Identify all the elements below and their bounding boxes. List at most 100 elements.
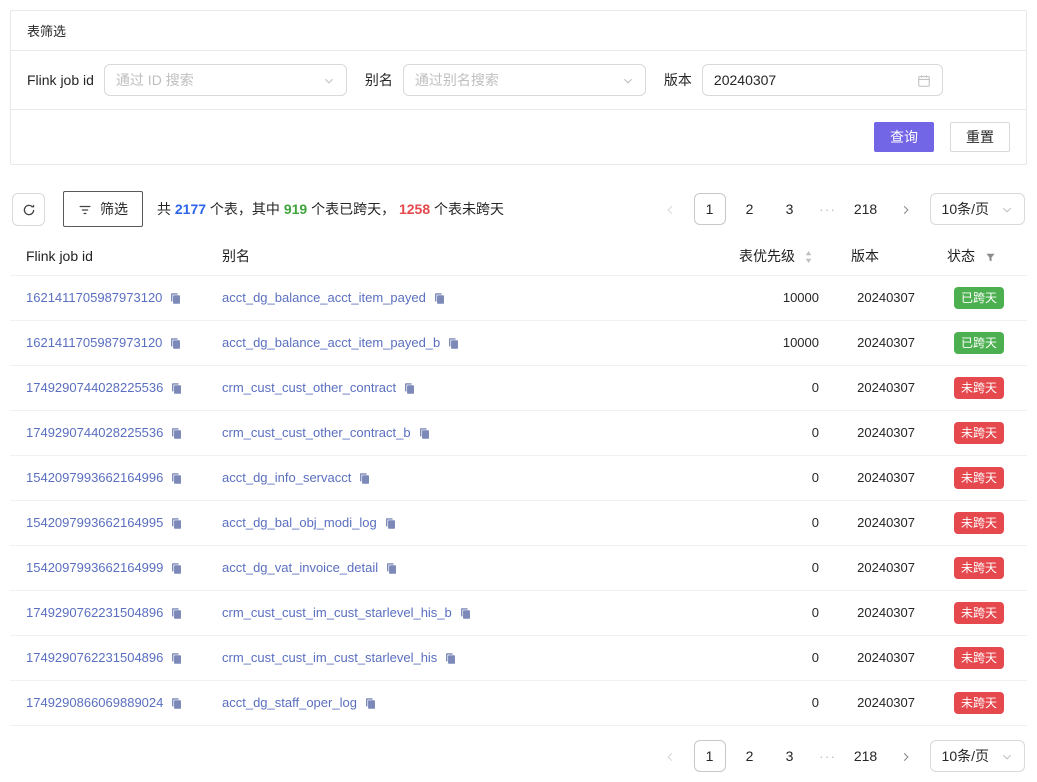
page-button-3[interactable]: 3 [774,193,806,225]
version-input[interactable] [714,72,917,88]
copy-icon[interactable] [170,560,183,575]
column-flink-job-id: Flink job id [10,237,206,275]
search-button[interactable]: 查询 [874,122,934,152]
copy-icon[interactable] [170,605,183,620]
table-row: 1749290744028225536 crm_cust_cust_other_… [10,410,1027,455]
version-label: 版本 [664,70,692,90]
flink-job-id-link[interactable]: 1749290762231504896 [26,605,163,620]
table-row: 1749290762231504896 crm_cust_cust_im_cus… [10,635,1027,680]
table-row: 1749290866069889024 acct_dg_staff_oper_l… [10,680,1027,725]
status-badge: 未跨天 [954,602,1004,624]
copy-icon[interactable] [170,425,183,440]
alias-link[interactable]: acct_dg_vat_invoice_detail [222,560,378,575]
status-badge: 未跨天 [954,557,1004,579]
table-toolbar: 筛选 共 2177 个表，其中 919 个表已跨天， 1258 个表未跨天 1 … [12,191,1025,227]
page-button-2[interactable]: 2 [734,193,766,225]
flink-job-id-link[interactable]: 1749290744028225536 [26,425,163,440]
filter-actions-row: 查询 重置 [11,110,1026,164]
alias-link[interactable]: acct_dg_bal_obj_modi_log [222,515,377,530]
alias-link[interactable]: acct_dg_balance_acct_item_payed [222,290,426,305]
prev-page-button[interactable] [654,193,686,225]
status-badge: 已跨天 [954,287,1004,309]
chevron-left-icon [664,201,676,217]
flink-job-id-link[interactable]: 1621411705987973120 [26,335,162,350]
alias-link[interactable]: acct_dg_staff_oper_log [222,695,357,710]
alias-link[interactable]: crm_cust_cust_im_cust_starlevel_his [222,650,437,665]
flink-job-id-link[interactable]: 1621411705987973120 [26,290,162,305]
reset-button[interactable]: 重置 [950,122,1010,152]
field-version: 版本 [664,64,943,96]
alias-label: 别名 [365,70,393,90]
copy-icon[interactable] [170,470,183,485]
copy-icon[interactable] [403,380,416,395]
tables-grid: Flink job id 别名 表优先级 版本 状态 1621411705987… [10,237,1027,726]
next-page-button[interactable] [890,193,922,225]
priority-cell: 0 [723,635,835,680]
version-cell: 20240307 [835,410,931,455]
flink-job-id-label: Flink job id [27,72,94,88]
alias-link[interactable]: crm_cust_cust_other_contract [222,380,396,395]
page-button-1[interactable]: 1 [694,193,726,225]
table-summary: 共 2177 个表，其中 919 个表已跨天， 1258 个表未跨天 [157,199,504,219]
filter-fields-row: Flink job id 通过 ID 搜索 别名 通过别名搜索 版本 [11,51,1026,110]
refresh-button[interactable] [12,193,45,226]
copy-icon[interactable] [169,290,182,305]
flink-job-id-link[interactable]: 1542097993662164995 [26,515,163,530]
status-filter-funnel-icon[interactable] [985,248,996,264]
copy-icon[interactable] [170,515,183,530]
alias-link[interactable]: crm_cust_cust_im_cust_starlevel_his_b [222,605,452,620]
chevron-down-icon [323,72,335,88]
flink-job-id-link[interactable]: 1749290744028225536 [26,380,163,395]
alias-link[interactable]: crm_cust_cust_other_contract_b [222,425,411,440]
copy-icon[interactable] [358,470,371,485]
field-alias: 别名 通过别名搜索 [365,64,646,96]
copy-icon[interactable] [170,695,183,710]
version-date-picker[interactable] [702,64,943,96]
copy-icon[interactable] [444,650,457,665]
page-button-218[interactable]: 218 [850,193,882,225]
status-badge: 未跨天 [954,647,1004,669]
page-size-value: 10条/页 [942,746,989,766]
table-row: 1621411705987973120 acct_dg_balance_acct… [10,320,1027,365]
status-badge: 未跨天 [954,422,1004,444]
flink-job-id-link[interactable]: 1542097993662164999 [26,560,163,575]
filter-toggle-button[interactable]: 筛选 [63,191,143,227]
version-cell: 20240307 [835,680,931,725]
flink-job-id-link[interactable]: 1542097993662164996 [26,470,163,485]
crossed-count: 919 [284,201,307,217]
status-badge: 未跨天 [954,467,1004,489]
copy-icon[interactable] [169,335,182,350]
flink-job-id-select[interactable]: 通过 ID 搜索 [104,64,347,96]
chevron-right-icon [900,748,912,764]
flink-job-id-link[interactable]: 1749290866069889024 [26,695,163,710]
priority-cell: 0 [723,365,835,410]
copy-icon[interactable] [447,335,460,350]
alias-link[interactable]: acct_dg_balance_acct_item_payed_b [222,335,440,350]
copy-icon[interactable] [418,425,431,440]
copy-icon[interactable] [170,650,183,665]
alias-select[interactable]: 通过别名搜索 [403,64,646,96]
copy-icon[interactable] [433,290,446,305]
page-size-select[interactable]: 10条/页 [930,193,1025,225]
not-crossed-count: 1258 [399,201,430,217]
filter-toggle-label: 筛选 [100,199,128,219]
filter-card-title: 表筛选 [11,11,1026,51]
sort-icon[interactable] [804,248,813,264]
flink-job-id-link[interactable]: 1749290762231504896 [26,650,163,665]
copy-icon[interactable] [384,515,397,530]
copy-icon[interactable] [364,695,377,710]
version-cell: 20240307 [835,635,931,680]
alias-link[interactable]: acct_dg_info_servacct [222,470,351,485]
page-ellipsis[interactable]: ··· [814,201,842,217]
column-priority[interactable]: 表优先级 [723,237,835,275]
table-row: 1621411705987973120 acct_dg_balance_acct… [10,275,1027,320]
priority-cell: 0 [723,545,835,590]
copy-icon[interactable] [385,560,398,575]
column-version: 版本 [835,237,931,275]
page-ellipsis[interactable]: ··· [814,748,842,764]
copy-icon[interactable] [170,380,183,395]
copy-icon[interactable] [459,605,472,620]
filter-lines-icon [78,201,92,217]
version-cell: 20240307 [835,455,931,500]
filter-card: 表筛选 Flink job id 通过 ID 搜索 别名 通过别名搜索 版本 [10,10,1027,165]
